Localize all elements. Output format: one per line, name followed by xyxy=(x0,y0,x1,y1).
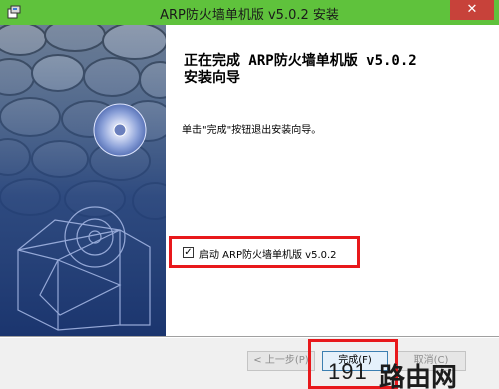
back-button[interactable]: < 上一步(P) xyxy=(247,351,315,371)
footer-divider-highlight xyxy=(0,337,499,338)
installer-window: ARP防火墙单机版 v5.0.2 安装 ✕ 正在完成 ARP防火墙单机版 v5.… xyxy=(0,0,499,389)
launch-checkbox-label[interactable]: 启动 ARP防火墙单机版 v5.0.2 xyxy=(199,246,337,261)
stone-wall-cd-illustration xyxy=(0,25,166,336)
completion-description: 单击"完成"按钮退出安装向导。 xyxy=(182,125,322,136)
wizard-content: 正在完成 ARP防火墙单机版 v5.0.2 安装向导 单击"完成"按钮退出安装向… xyxy=(166,25,499,336)
watermark: 191 路由网 xyxy=(328,357,499,389)
watermark-number: 191 xyxy=(328,359,368,384)
close-icon: ✕ xyxy=(466,2,478,17)
launch-option-highlight: ✓ 启动 ARP防火墙单机版 v5.0.2 xyxy=(169,236,360,268)
completion-heading: 正在完成 ARP防火墙单机版 v5.0.2 安装向导 xyxy=(184,53,417,86)
close-button[interactable]: ✕ xyxy=(450,0,494,20)
launch-checkbox[interactable]: ✓ xyxy=(183,247,194,258)
watermark-text: 路由网 xyxy=(379,363,458,389)
checkmark-icon: ✓ xyxy=(184,247,193,258)
wizard-side-image xyxy=(0,25,166,336)
window-title: ARP防火墙单机版 v5.0.2 安装 xyxy=(160,8,339,23)
title-bar[interactable]: ARP防火墙单机版 v5.0.2 安装 ✕ xyxy=(0,0,499,25)
